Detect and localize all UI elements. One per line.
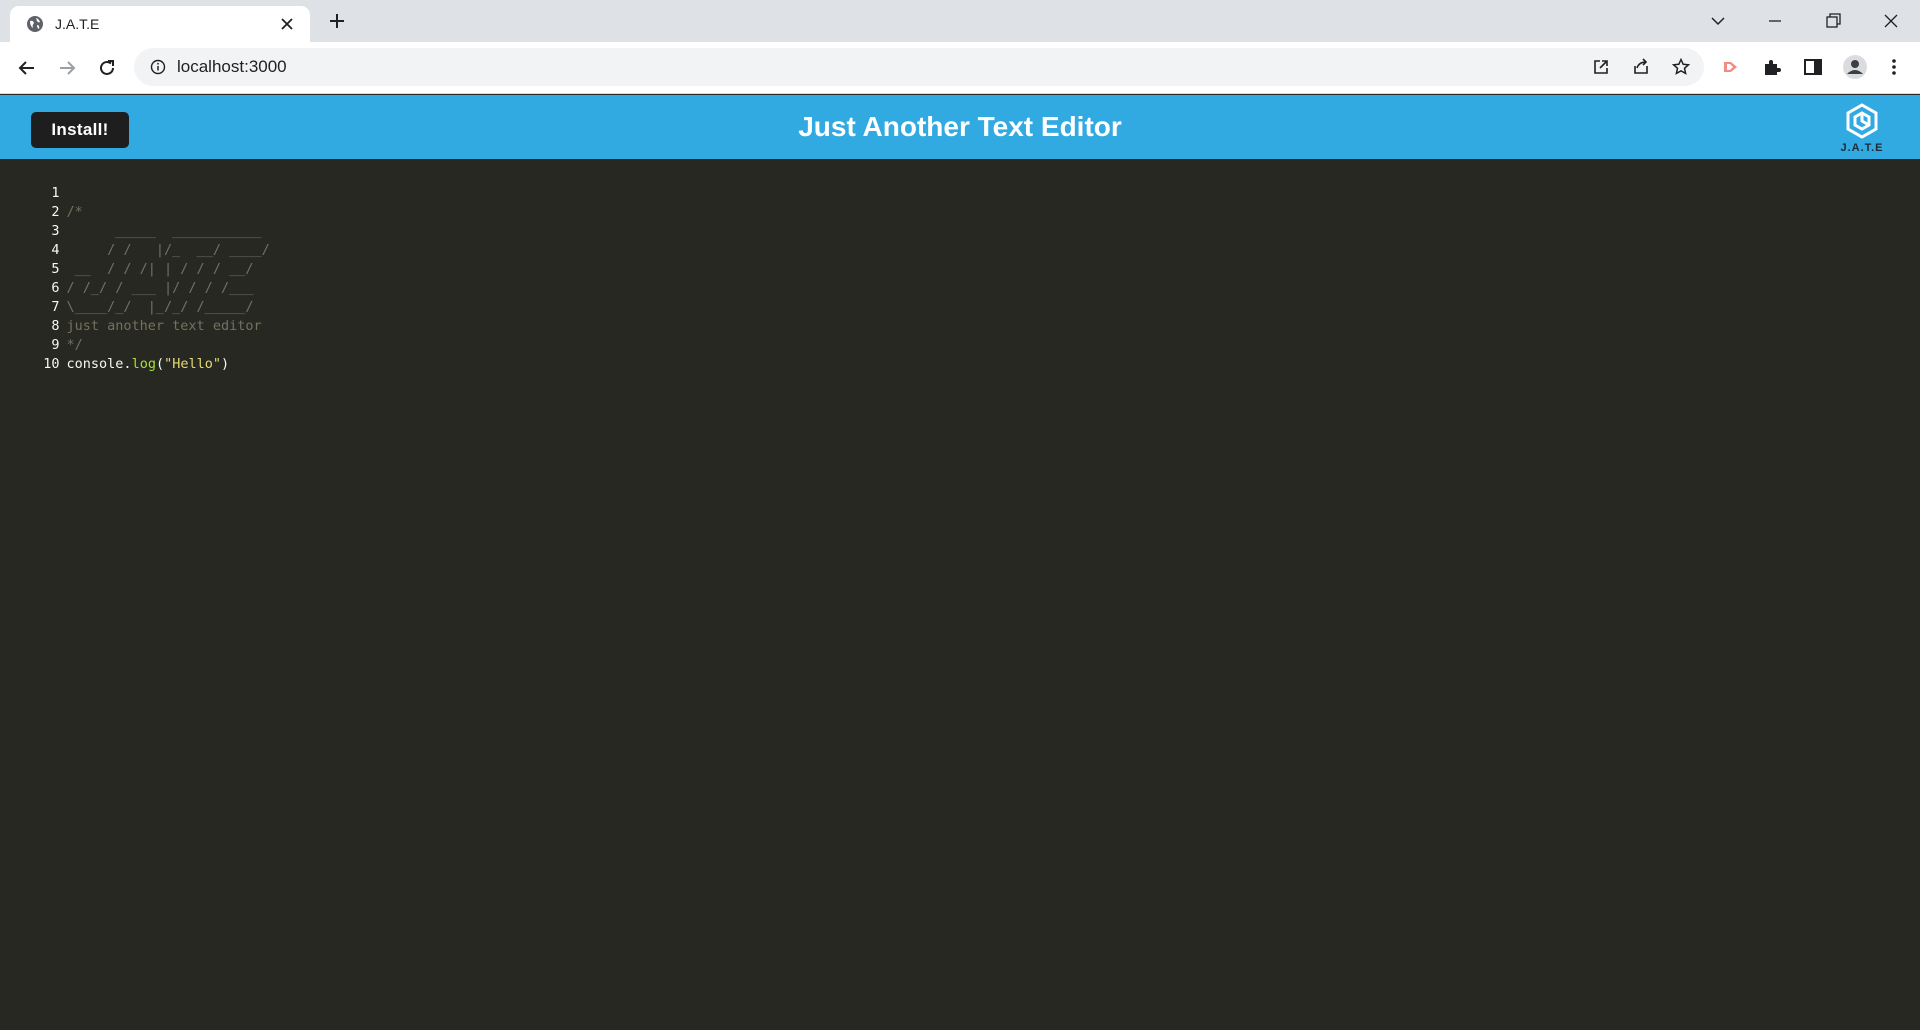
- code-open-paren: (: [155, 356, 165, 372]
- editor-line[interactable]: 2/*: [0, 184, 82, 220]
- minimize-icon[interactable]: [1765, 11, 1785, 31]
- url-text[interactable]: localhost:3000: [177, 57, 287, 77]
- editor-line[interactable]: 1: [0, 165, 67, 201]
- browser-tab[interactable]: J.A.T.E: [10, 6, 310, 42]
- editor-line[interactable]: 3 _____ ___________: [0, 203, 261, 239]
- comment-text: just another text editor: [66, 318, 262, 334]
- code-string: "Hello": [164, 356, 221, 372]
- browser-tabstrip: J.A.T.E: [0, 0, 1920, 42]
- line-number: 10: [43, 356, 60, 372]
- editor-line[interactable]: 5 __ / / /| | / / / __/: [0, 241, 253, 277]
- code-console: console: [66, 356, 124, 372]
- tab-title: J.A.T.E: [55, 16, 100, 32]
- globe-icon: [27, 16, 43, 32]
- side-panel-icon[interactable]: [1802, 56, 1824, 78]
- logo-text: J.A.T.E: [1840, 142, 1884, 154]
- code-method: log: [131, 356, 156, 372]
- app-header: Install! Just Another Text Editor J.A.T.…: [0, 95, 1920, 159]
- info-icon[interactable]: [150, 59, 166, 75]
- restore-icon[interactable]: [1823, 11, 1843, 31]
- code-close-paren: ): [221, 356, 230, 372]
- editor-line[interactable]: 4 / / |/_ __/ ____/: [0, 222, 269, 258]
- page-title: Just Another Text Editor: [798, 111, 1122, 142]
- editor-line[interactable]: 10 console.log("Hello"): [0, 336, 229, 372]
- editor-line[interactable]: 8 just another text editor: [0, 298, 261, 334]
- code-dot: .: [123, 356, 132, 372]
- address-bar[interactable]: localhost:3000: [134, 48, 1704, 86]
- more-menu-icon[interactable]: [1883, 56, 1905, 78]
- forward-arrow-icon[interactable]: [55, 56, 79, 80]
- hexagon-logo-icon: [1846, 103, 1878, 139]
- jate-logo: J.A.T.E: [1832, 101, 1892, 157]
- bookmark-star-icon[interactable]: [1671, 57, 1691, 77]
- editor-line[interactable]: 7 \____/_/ |_/_/ /_____/: [0, 279, 253, 315]
- tab-search-chevron-icon[interactable]: [1708, 11, 1728, 31]
- open-in-app-icon[interactable]: [1591, 57, 1611, 77]
- puzzle-extensions-icon[interactable]: [1761, 56, 1783, 78]
- share-icon[interactable]: [1631, 57, 1651, 77]
- reload-icon[interactable]: [95, 56, 119, 80]
- editor-line[interactable]: 9 */: [0, 317, 82, 353]
- back-arrow-icon[interactable]: [15, 56, 39, 80]
- extension-red-icon[interactable]: [1720, 56, 1742, 78]
- code-editor[interactable]: 1 2/* 3 _____ ___________ 4 / / |/_ __/ …: [0, 159, 1920, 1030]
- new-tab-plus-icon[interactable]: [328, 12, 346, 30]
- browser-toolbar: localhost:3000: [0, 42, 1920, 94]
- profile-avatar-icon[interactable]: [1842, 54, 1868, 80]
- editor-line[interactable]: 6/ /_/ / ___ |/ / / /___: [0, 260, 253, 296]
- window-close-icon[interactable]: [1881, 11, 1901, 31]
- close-icon[interactable]: [280, 17, 294, 31]
